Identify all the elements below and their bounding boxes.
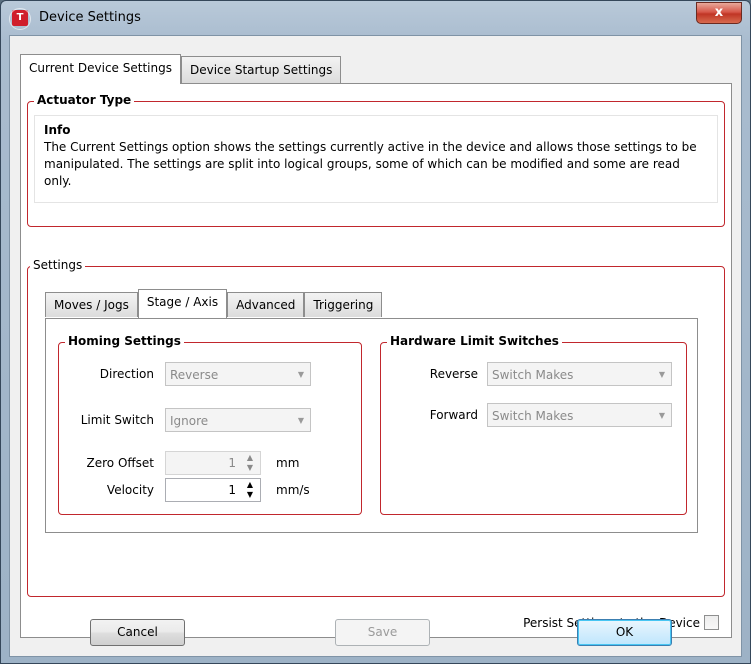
direction-label: Direction [99, 367, 154, 381]
limit-switch-select[interactable]: Ignore ▼ [165, 408, 311, 432]
hardware-limit-switches-legend: Hardware Limit Switches [387, 334, 562, 348]
velocity-label: Velocity [106, 483, 154, 497]
main-tabs: Current Device Settings Device Startup S… [20, 54, 342, 84]
stage-axis-panel: Homing Settings Direction Reverse ▼ Limi… [45, 318, 698, 533]
dialog-client: Current Device Settings Device Startup S… [9, 35, 742, 657]
cancel-button[interactable]: Cancel [90, 619, 185, 646]
reverse-label: Reverse [429, 367, 478, 381]
chevron-down-icon: ▼ [297, 416, 304, 425]
app-icon: T [9, 8, 31, 30]
actuator-type-legend: Actuator Type [34, 93, 135, 107]
info-text: The Current Settings option shows the se… [44, 140, 697, 188]
info-box: Info The Current Settings option shows t… [34, 115, 718, 203]
settings-legend: Settings [30, 258, 86, 272]
limit-switch-value: Ignore [170, 414, 209, 428]
homing-settings-legend: Homing Settings [65, 334, 184, 348]
device-settings-window: T Device Settings x Current Device Setti… [0, 0, 751, 664]
settings-tabs: Moves / Jogs Stage / Axis Advanced Trigg… [45, 289, 383, 318]
direction-value: Reverse [170, 368, 219, 382]
reverse-limit-value: Switch Makes [492, 368, 574, 382]
zero-offset-label: Zero Offset [86, 456, 154, 470]
direction-select[interactable]: Reverse ▼ [165, 362, 311, 386]
window-title: Device Settings [39, 10, 141, 25]
actuator-type-group: Actuator Type Info The Current Settings … [27, 93, 725, 227]
title-bar[interactable]: T Device Settings x [1, 1, 750, 35]
reverse-limit-select[interactable]: Switch Makes ▼ [487, 362, 672, 386]
close-button[interactable]: x [696, 2, 742, 24]
current-settings-panel: Actuator Type Info The Current Settings … [20, 83, 732, 638]
chevron-down-icon: ▼ [658, 370, 665, 379]
tab-current-device-settings[interactable]: Current Device Settings [20, 54, 181, 84]
velocity-value: 1 [228, 483, 236, 497]
tab-moves-jogs[interactable]: Moves / Jogs [45, 292, 138, 317]
tab-advanced[interactable]: Advanced [227, 292, 305, 317]
spinner-arrows-icon[interactable]: ▲ ▼ [244, 453, 256, 473]
limit-switch-label: Limit Switch [80, 413, 154, 427]
save-button[interactable]: Save [335, 619, 430, 646]
tab-triggering[interactable]: Triggering [304, 292, 383, 317]
homing-settings-group: Homing Settings Direction Reverse ▼ Limi… [58, 334, 362, 515]
zero-offset-value: 1 [228, 456, 236, 470]
forward-label: Forward [429, 408, 478, 422]
zero-offset-unit: mm [276, 456, 300, 470]
velocity-spinner[interactable]: 1 ▲ ▼ [165, 478, 261, 502]
velocity-unit: mm/s [276, 483, 310, 497]
hardware-limit-switches-group: Hardware Limit Switches Reverse Switch M… [380, 334, 687, 515]
ok-button[interactable]: OK [577, 619, 672, 646]
tab-device-startup-settings[interactable]: Device Startup Settings [180, 56, 342, 83]
persist-settings-checkbox[interactable] [704, 615, 719, 630]
chevron-down-icon: ▼ [297, 370, 304, 379]
info-title: Info [44, 123, 71, 137]
tab-stage-axis[interactable]: Stage / Axis [137, 289, 228, 318]
forward-limit-select[interactable]: Switch Makes ▼ [487, 403, 672, 427]
chevron-down-icon: ▼ [658, 411, 665, 420]
zero-offset-spinner[interactable]: 1 ▲ ▼ [165, 451, 261, 475]
spinner-arrows-icon[interactable]: ▲ ▼ [244, 480, 256, 500]
forward-limit-value: Switch Makes [492, 409, 574, 423]
settings-group: Settings Moves / Jogs Stage / Axis Advan… [27, 258, 725, 597]
